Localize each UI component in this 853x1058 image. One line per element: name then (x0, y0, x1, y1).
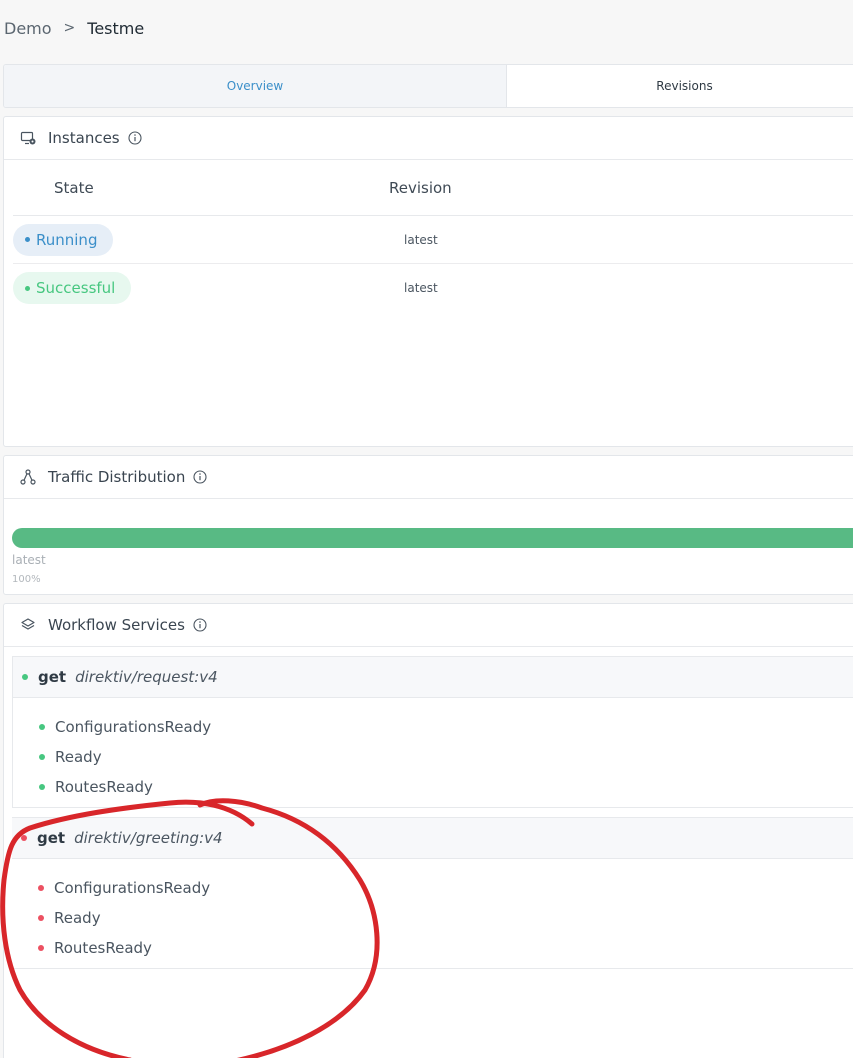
list-item: Ready (13, 742, 853, 772)
info-icon[interactable] (193, 470, 207, 484)
condition-dot (38, 915, 44, 921)
service-item[interactable]: get direktiv/greeting:v4 ConfigurationsR… (12, 817, 853, 969)
breadcrumb-separator: > (63, 20, 76, 36)
breadcrumb-parent[interactable]: Demo (4, 19, 52, 38)
list-item: RoutesReady (12, 933, 853, 963)
condition-dot (38, 885, 44, 891)
status-dot (25, 285, 30, 291)
service-item[interactable]: get direktiv/request:v4 ConfigurationsRe… (12, 656, 853, 808)
instances-table-header: State Revision (13, 160, 853, 216)
instances-title: Instances (48, 129, 120, 147)
instances-card: Instances State Revision Running latest … (3, 116, 853, 447)
condition-label: Ready (55, 748, 102, 766)
condition-label: Ready (54, 909, 101, 927)
service-method: get (37, 829, 66, 847)
traffic-header: Traffic Distribution (4, 456, 853, 499)
condition-dot (39, 754, 45, 760)
service-method: get (38, 668, 67, 686)
service-status-dot (22, 674, 28, 680)
info-icon[interactable] (193, 618, 207, 632)
condition-label: ConfigurationsReady (54, 879, 211, 897)
breadcrumb: Demo > Testme (4, 17, 144, 39)
condition-label: RoutesReady (55, 778, 153, 796)
status-label: Running (36, 230, 98, 249)
tab-overview[interactable]: Overview (4, 65, 507, 107)
traffic-icon (20, 469, 36, 485)
service-status-dot (21, 835, 27, 841)
instances-icon (20, 131, 36, 145)
traffic-revision-label: latest (12, 553, 46, 567)
condition-dot (38, 945, 44, 951)
condition-label: ConfigurationsReady (55, 718, 212, 736)
tab-revisions[interactable]: Revisions (507, 65, 853, 107)
list-item: ConfigurationsReady (12, 873, 853, 903)
traffic-title: Traffic Distribution (48, 468, 186, 486)
traffic-bar (12, 528, 853, 548)
breadcrumb-current: Testme (87, 18, 145, 38)
status-label: Successful (36, 279, 116, 297)
table-row[interactable]: Successful latest (13, 264, 853, 312)
revision-cell: latest (404, 232, 438, 247)
services-header: Workflow Services (4, 604, 853, 647)
list-item: ConfigurationsReady (13, 712, 853, 742)
condition-dot (39, 724, 45, 730)
info-icon[interactable] (128, 131, 142, 145)
status-badge-running: Running (13, 223, 114, 256)
traffic-card: Traffic Distribution latest 100% (3, 455, 853, 595)
traffic-percent-label: 100% (12, 574, 41, 585)
instances-header: Instances (4, 117, 853, 160)
service-header[interactable]: get direktiv/request:v4 (13, 657, 853, 698)
condition-dot (39, 784, 45, 790)
condition-list: ConfigurationsReady Ready RoutesReady (12, 859, 853, 963)
layers-icon (21, 618, 35, 630)
column-revision: Revision (389, 178, 452, 197)
traffic-bar-fill (12, 528, 853, 548)
revision-cell: latest (404, 281, 438, 295)
service-image: direktiv/request:v4 (75, 668, 218, 686)
list-item: RoutesReady (13, 772, 853, 802)
service-header[interactable]: get direktiv/greeting:v4 (12, 818, 853, 859)
service-image: direktiv/greeting:v4 (74, 829, 223, 847)
status-dot (25, 237, 30, 242)
tab-bar: Overview Revisions (3, 64, 853, 108)
services-title: Workflow Services (48, 616, 185, 634)
column-state: State (54, 178, 94, 197)
status-badge-successful: Successful (13, 272, 132, 304)
condition-list: ConfigurationsReady Ready RoutesReady (13, 698, 853, 802)
condition-label: RoutesReady (54, 939, 152, 957)
services-card: Workflow Services get direktiv/request:v… (3, 603, 853, 1058)
table-row[interactable]: Running latest (13, 216, 853, 264)
list-item: Ready (12, 903, 853, 933)
